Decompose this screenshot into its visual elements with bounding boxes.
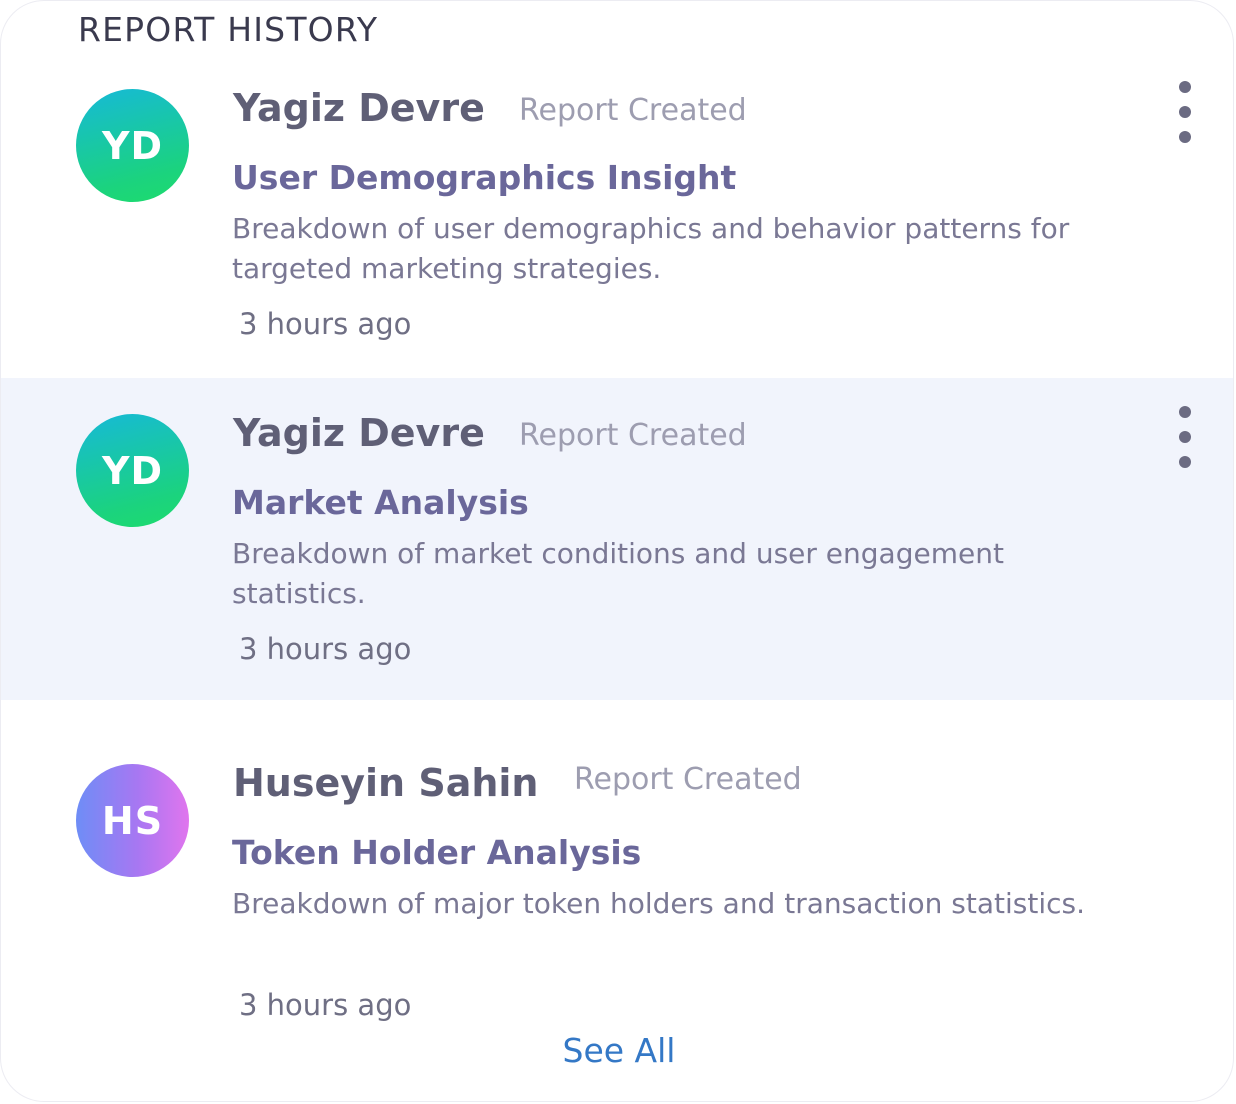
report-entry[interactable]: HS Huseyin Sahin Report Created Token Ho… — [1, 728, 1233, 1050]
action-label: Report Created — [519, 418, 747, 453]
menu-dot — [1179, 431, 1191, 443]
report-description: Breakdown of user demographics and behav… — [232, 212, 1070, 285]
card-title: REPORT HISTORY — [78, 10, 379, 49]
report-entry-highlighted[interactable]: YD Yagiz Devre Report Created Market Ana… — [1, 378, 1233, 700]
menu-dot — [1179, 456, 1191, 468]
avatar: YD — [76, 414, 189, 527]
menu-dot — [1179, 131, 1191, 143]
menu-dot — [1179, 106, 1191, 118]
action-label: Report Created — [519, 93, 747, 128]
report-title[interactable]: User Demographics Insight — [232, 158, 736, 197]
avatar: HS — [76, 764, 189, 877]
report-entry[interactable]: YD Yagiz Devre Report Created User Demog… — [1, 53, 1233, 375]
author-name: Yagiz Devre — [233, 411, 485, 455]
report-title[interactable]: Token Holder Analysis — [232, 833, 641, 872]
timestamp: 3 hours ago — [239, 307, 412, 341]
more-vertical-icon[interactable] — [1167, 406, 1203, 468]
more-vertical-icon[interactable] — [1167, 81, 1203, 143]
avatar: YD — [76, 89, 189, 202]
menu-dot — [1179, 81, 1191, 93]
menu-dot — [1179, 406, 1191, 418]
see-all-link[interactable]: See All — [1, 1031, 1233, 1070]
report-title[interactable]: Market Analysis — [232, 483, 529, 522]
author-name: Yagiz Devre — [233, 86, 485, 130]
report-description: Breakdown of market conditions and user … — [232, 537, 1004, 610]
report-description: Breakdown of major token holders and tra… — [232, 887, 1086, 920]
timestamp: 3 hours ago — [239, 632, 412, 666]
action-label: Report Created — [574, 762, 802, 797]
author-name: Huseyin Sahin — [233, 761, 539, 805]
report-history-card: REPORT HISTORY YD Yagiz Devre Report Cre… — [0, 0, 1234, 1102]
timestamp: 3 hours ago — [239, 988, 412, 1022]
